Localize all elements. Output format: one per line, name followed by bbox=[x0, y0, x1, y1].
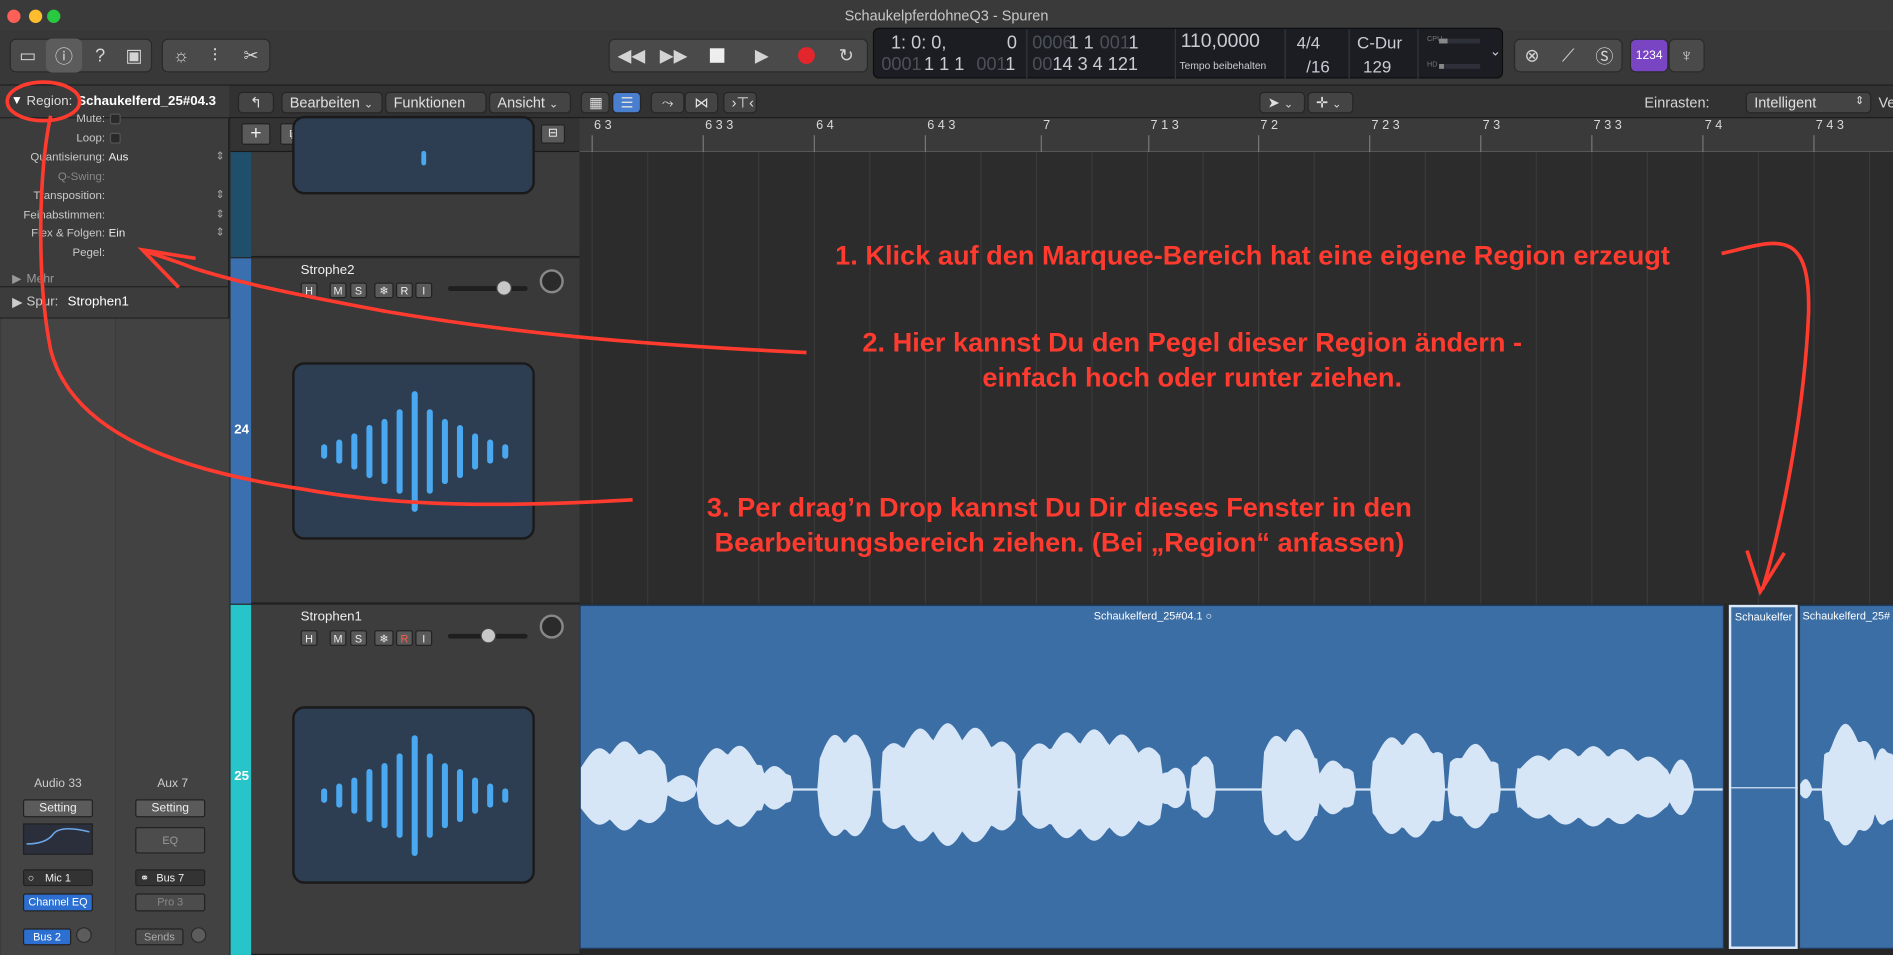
annotation-arrows bbox=[5, 80, 1811, 596]
arrow-2 bbox=[144, 249, 807, 355]
arrow-1 bbox=[1721, 241, 1811, 590]
arrow-3 bbox=[38, 115, 633, 507]
arrowhead-1 bbox=[1745, 549, 1786, 596]
highlight-circle bbox=[5, 80, 82, 123]
arrowhead-2 bbox=[137, 247, 196, 289]
